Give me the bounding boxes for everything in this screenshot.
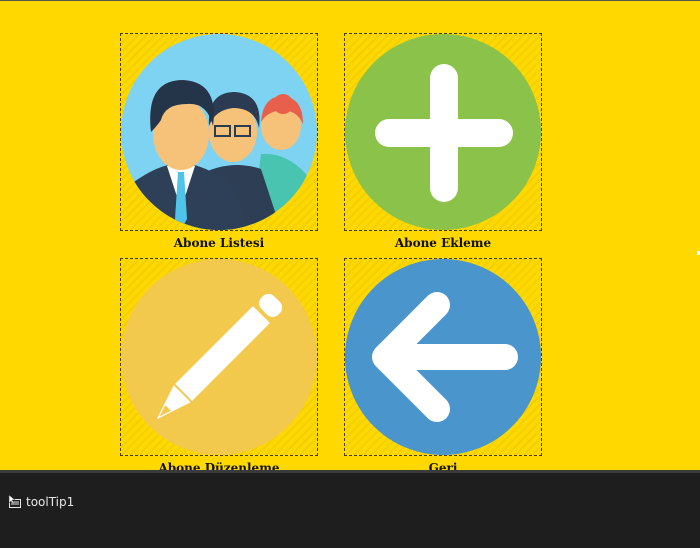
people-icon [121,34,317,230]
add-subscriber-button[interactable] [344,33,542,231]
tooltip-component-icon [8,495,21,508]
back-button[interactable] [344,258,542,456]
subscriber-list-button[interactable] [120,33,318,231]
edit-subscriber-button[interactable] [120,258,318,456]
tooltip-component-label: toolTip1 [26,495,75,509]
form-design-surface: Abone Listesi Abone Ekleme Abone Düzenle… [0,0,700,475]
pencil-icon [121,259,317,455]
tooltip-component[interactable]: toolTip1 [8,495,74,509]
add-subscriber-label: Abone Ekleme [394,236,492,250]
arrow-left-icon [345,259,541,455]
plus-icon [345,34,541,230]
component-tray: toolTip1 [0,470,700,548]
subscriber-list-label: Abone Listesi [173,236,265,250]
